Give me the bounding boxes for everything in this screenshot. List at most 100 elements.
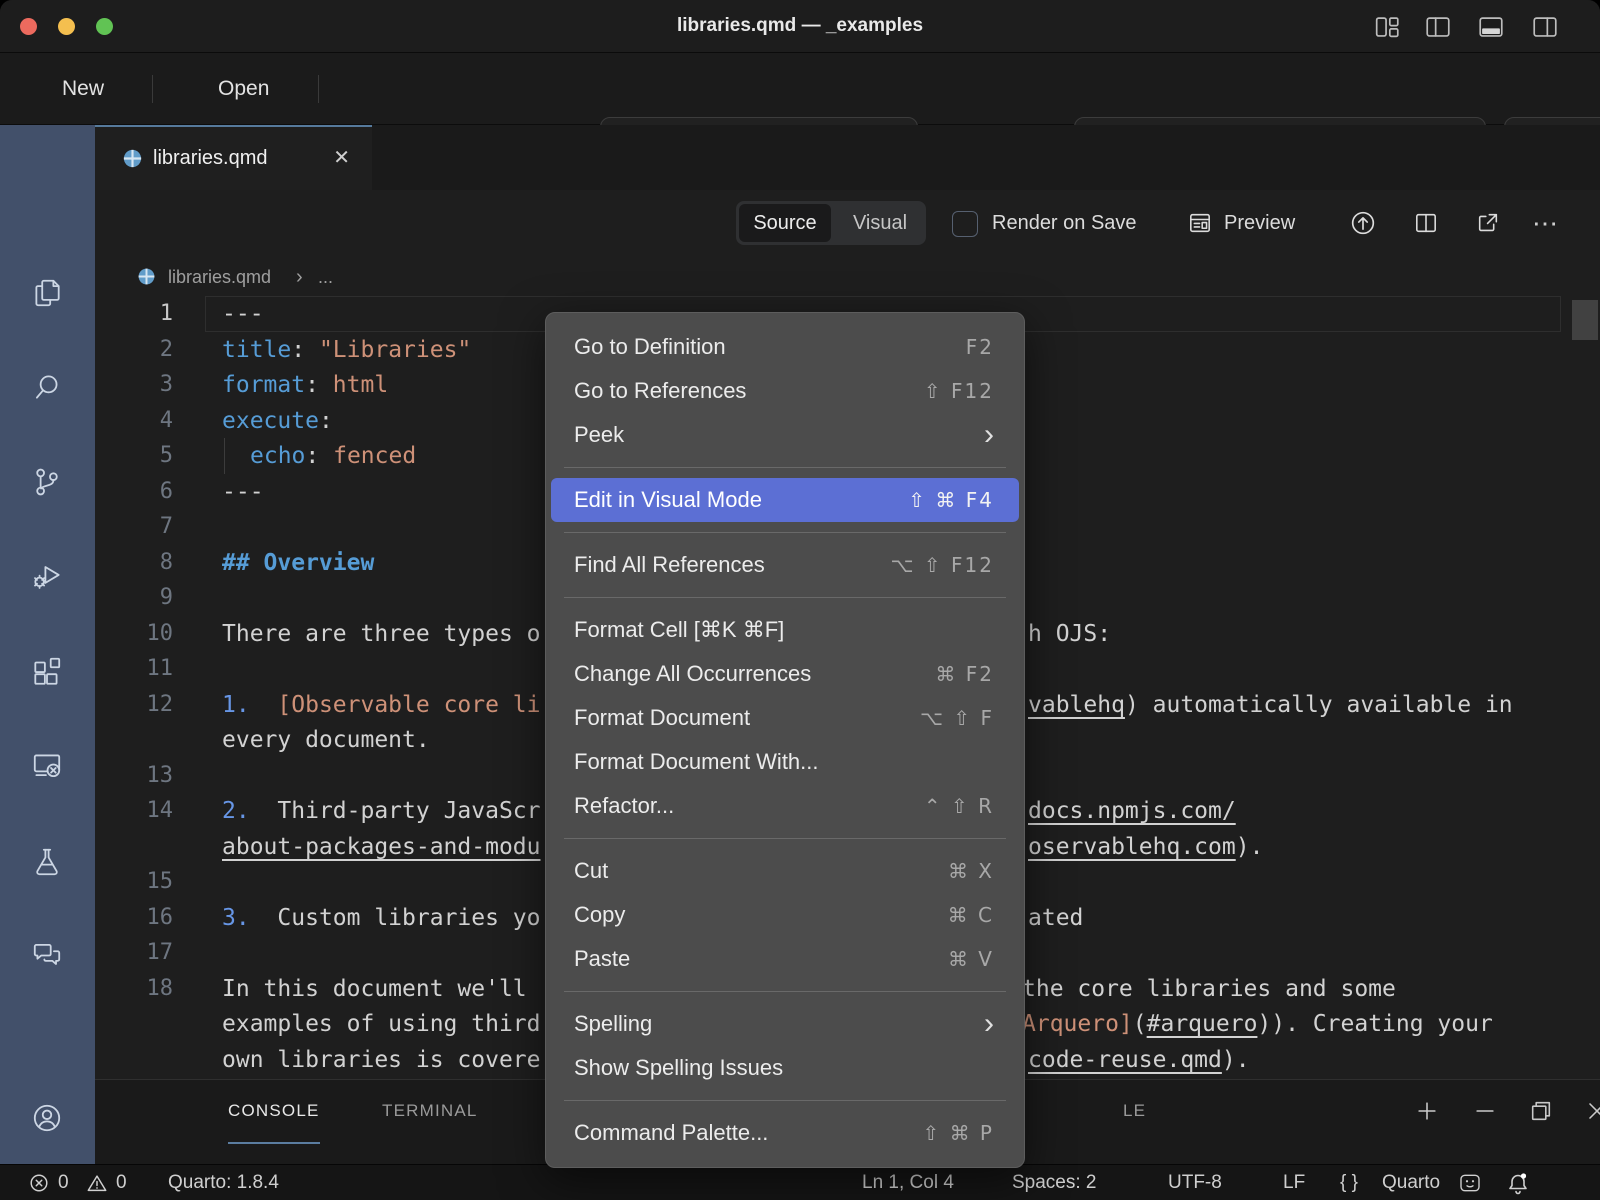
cursor-position[interactable]: Ln 1, Col 4: [862, 1165, 954, 1200]
menu-item-go-to-references[interactable]: Go to References⇧ F12: [546, 369, 1024, 413]
mode-source-button[interactable]: Source: [739, 204, 831, 242]
toggle-sidebar-icon[interactable]: [1530, 12, 1560, 42]
breadcrumb-file[interactable]: libraries.qmd: [168, 258, 271, 296]
code-fragment: ated: [1028, 900, 1083, 936]
line-number: 8: [95, 545, 173, 581]
submenu-chevron-icon: ›: [984, 1014, 994, 1034]
line-number: 2: [95, 332, 173, 368]
menu-item-shortcut: ⇧ ⌘ P: [922, 1121, 994, 1145]
menu-item-go-to-definition[interactable]: Go to DefinitionF2: [546, 325, 1024, 369]
warnings-count[interactable]: 0: [116, 1165, 127, 1200]
panel-restore-icon[interactable]: [1527, 1097, 1555, 1125]
toolbar-divider: [152, 75, 153, 103]
menu-item-label: Refactor...: [574, 793, 924, 819]
menu-item-show-spelling-issues[interactable]: Show Spelling Issues: [546, 1046, 1024, 1090]
menu-item-shortcut: ⌃ ⇧ R: [924, 794, 994, 818]
line-number: 1: [95, 296, 173, 332]
menu-item-format-cell-k-f[interactable]: Format Cell [⌘K ⌘F]: [546, 608, 1024, 652]
line-number: 9: [95, 580, 173, 616]
code-fragment: Arquero](#arquero)). Creating your: [1022, 1006, 1493, 1042]
code-fragment: title: "Libraries": [222, 332, 471, 368]
menu-item-find-all-references[interactable]: Find All References⌥ ⇧ F12: [546, 543, 1024, 587]
open-button[interactable]: Open: [218, 53, 269, 124]
close-tab-icon[interactable]: ✕: [333, 127, 350, 189]
open-external-icon[interactable]: [1474, 209, 1502, 237]
tab-libraries-qmd[interactable]: libraries.qmd ✕: [95, 125, 372, 190]
code-fragment: oservablehq.com).: [1028, 829, 1263, 865]
menu-item-label: Command Palette...: [574, 1120, 922, 1146]
line-number: 11: [95, 651, 173, 687]
code-fragment: format: html: [222, 367, 388, 403]
code-fragment: h OJS:: [1028, 616, 1111, 652]
customize-layout-icon[interactable]: [1372, 12, 1402, 42]
menu-item-format-document-with[interactable]: Format Document With...: [546, 740, 1024, 784]
code-fragment: vablehq) automatically available in: [1028, 687, 1513, 723]
notifications-bell-icon[interactable]: [1506, 1171, 1528, 1193]
indentation[interactable]: Spaces: 2: [1012, 1165, 1097, 1200]
new-button[interactable]: New: [62, 53, 104, 124]
code-fragment: docs.npmjs.com/: [1028, 793, 1236, 829]
menu-item-shortcut: ⌘ X: [948, 859, 994, 883]
code-fragment: ---: [222, 474, 264, 510]
menu-item-command-palette[interactable]: Command Palette...⇧ ⌘ P: [546, 1111, 1024, 1155]
account-icon[interactable]: [30, 1101, 64, 1135]
editor-more-actions-icon[interactable]: ⋯: [1532, 201, 1558, 245]
menu-item-label: Peek: [574, 422, 984, 448]
code-fragment: ## Overview: [222, 545, 374, 581]
split-editor-icon[interactable]: [1412, 209, 1440, 237]
quarto-version[interactable]: Quarto: 1.8.4: [168, 1165, 279, 1200]
errors-count[interactable]: 0: [58, 1165, 69, 1200]
scrollbar-thumb[interactable]: [1572, 300, 1598, 340]
menu-item-format-document[interactable]: Format Document⌥ ⇧ F: [546, 696, 1024, 740]
code-fragment: 1. [Observable core li: [222, 687, 541, 723]
menu-separator: [564, 991, 1006, 992]
panel-plus-icon[interactable]: [1413, 1097, 1441, 1125]
panel-tab-terminal[interactable]: TERMINAL: [382, 1080, 478, 1142]
render-icon[interactable]: [1348, 208, 1378, 238]
menu-item-cut[interactable]: Cut⌘ X: [546, 849, 1024, 893]
menu-item-label: Edit in Visual Mode: [574, 487, 908, 513]
code-fragment: echo: fenced: [250, 438, 416, 474]
panel-close-icon[interactable]: [1583, 1097, 1600, 1125]
breadcrumb-chevron-icon: ›: [296, 258, 303, 296]
line-number: 16: [95, 900, 173, 936]
line-number: 15: [95, 864, 173, 900]
menu-item-label: Format Cell [⌘K ⌘F]: [574, 617, 994, 643]
menu-item-refactor[interactable]: Refactor...⌃ ⇧ R: [546, 784, 1024, 828]
panel-minimize-icon[interactable]: [1471, 1097, 1499, 1125]
language-mode[interactable]: Quarto: [1382, 1165, 1440, 1200]
line-number: 18: [95, 971, 173, 1007]
preview-button[interactable]: Preview: [1224, 201, 1295, 245]
menu-separator: [564, 532, 1006, 533]
context-menu: Go to DefinitionF2Go to References⇧ F12P…: [545, 312, 1025, 1168]
menu-item-paste[interactable]: Paste⌘ V: [546, 937, 1024, 981]
render-on-save-checkbox[interactable]: [952, 211, 978, 237]
encoding[interactable]: UTF-8: [1168, 1165, 1222, 1200]
menu-item-peek[interactable]: Peek›: [546, 413, 1024, 457]
menu-separator: [564, 838, 1006, 839]
menu-item-change-all-occurrences[interactable]: Change All Occurrences⌘ F2: [546, 652, 1024, 696]
panel-tab-fragment[interactable]: LE: [1123, 1080, 1146, 1142]
feedback-smiley-icon[interactable]: [1458, 1171, 1480, 1193]
line-number: 12: [95, 687, 173, 723]
menu-item-copy[interactable]: Copy⌘ C: [546, 893, 1024, 937]
breadcrumb-more[interactable]: ...: [318, 258, 333, 296]
toggle-panel-icon[interactable]: [1476, 12, 1506, 42]
menu-item-label: Format Document: [574, 705, 920, 731]
menu-item-spelling[interactable]: Spelling›: [546, 1002, 1024, 1046]
errors-icon: [28, 1172, 50, 1194]
split-editor-layout-icon[interactable]: [1423, 12, 1453, 42]
preview-icon[interactable]: [1186, 209, 1214, 237]
menu-item-edit-in-visual-mode[interactable]: Edit in Visual Mode⇧ ⌘ F4: [551, 478, 1019, 522]
menu-item-label: Change All Occurrences: [574, 661, 935, 687]
menu-item-shortcut: ⌥ ⇧ F: [920, 706, 994, 730]
eol-sequence[interactable]: LF: [1283, 1165, 1305, 1200]
code-fragment: In this document we'll: [222, 971, 527, 1007]
code-fragment: about-packages-and-modu: [222, 829, 541, 865]
tab-label: libraries.qmd: [153, 127, 267, 189]
menu-item-shortcut: ⇧ F12: [924, 379, 994, 403]
panel-tab-console[interactable]: CONSOLE: [228, 1080, 320, 1144]
quarto-file-icon: [121, 147, 144, 175]
code-fragment: 3. Custom libraries yo: [222, 900, 541, 936]
mode-visual-button[interactable]: Visual: [834, 201, 926, 245]
